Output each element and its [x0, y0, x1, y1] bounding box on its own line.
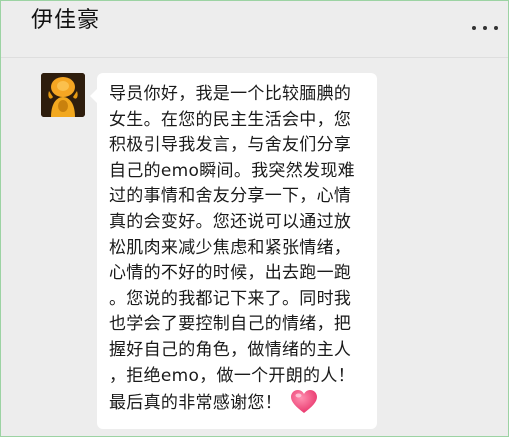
- message-text-line: 女生。在您的民主生活会中，您: [109, 109, 352, 130]
- message-text-line: 也学会了要控制自己的情绪，把: [109, 314, 352, 335]
- message-text-line: ，拒绝emo，做一个开朗的人！: [109, 365, 355, 386]
- more-options-button[interactable]: [472, 19, 498, 37]
- more-dots-icon: [472, 26, 476, 30]
- chat-title: 伊佳豪: [31, 8, 101, 33]
- message-text-line: 最后真的非常感谢您！: [109, 393, 282, 414]
- message-text-line: 自己的emo瞬间。我突然发现难: [109, 160, 355, 181]
- avatar-icon: [41, 73, 85, 117]
- heart-icon: [291, 390, 317, 414]
- more-dots-icon: [483, 26, 487, 30]
- chat-header: 伊佳豪: [1, 1, 508, 53]
- header-divider: [1, 57, 508, 58]
- message-text-line: 过的事情和舍友分享一下，心情: [109, 186, 352, 207]
- message-text-line: 。您说的我都记下来了。同时我: [109, 288, 352, 309]
- message-text-line: 真的会变好。您还说可以通过放: [109, 211, 352, 232]
- message-text-line: 心情的不好的时候，出去跑一跑: [109, 263, 352, 284]
- avatar[interactable]: [41, 73, 85, 117]
- message-bubble[interactable]: 导员你好，我是一个比较腼腆的 女生。在您的民主生活会中，您 积极引导我发言，与舍…: [90, 73, 377, 429]
- message-text-line: 导员你好，我是一个比较腼腆的: [109, 84, 352, 104]
- message-text-line: 积极引导我发言，与舍友们分享: [109, 135, 352, 156]
- message-text-line: 握好自己的角色，做情绪的主人: [109, 339, 352, 360]
- message-last-line: 最后真的非常感谢您！: [109, 389, 365, 417]
- more-dots-icon: [494, 26, 498, 30]
- message-text-line: 松肌肉来减少焦虑和紧张情绪，: [109, 237, 352, 258]
